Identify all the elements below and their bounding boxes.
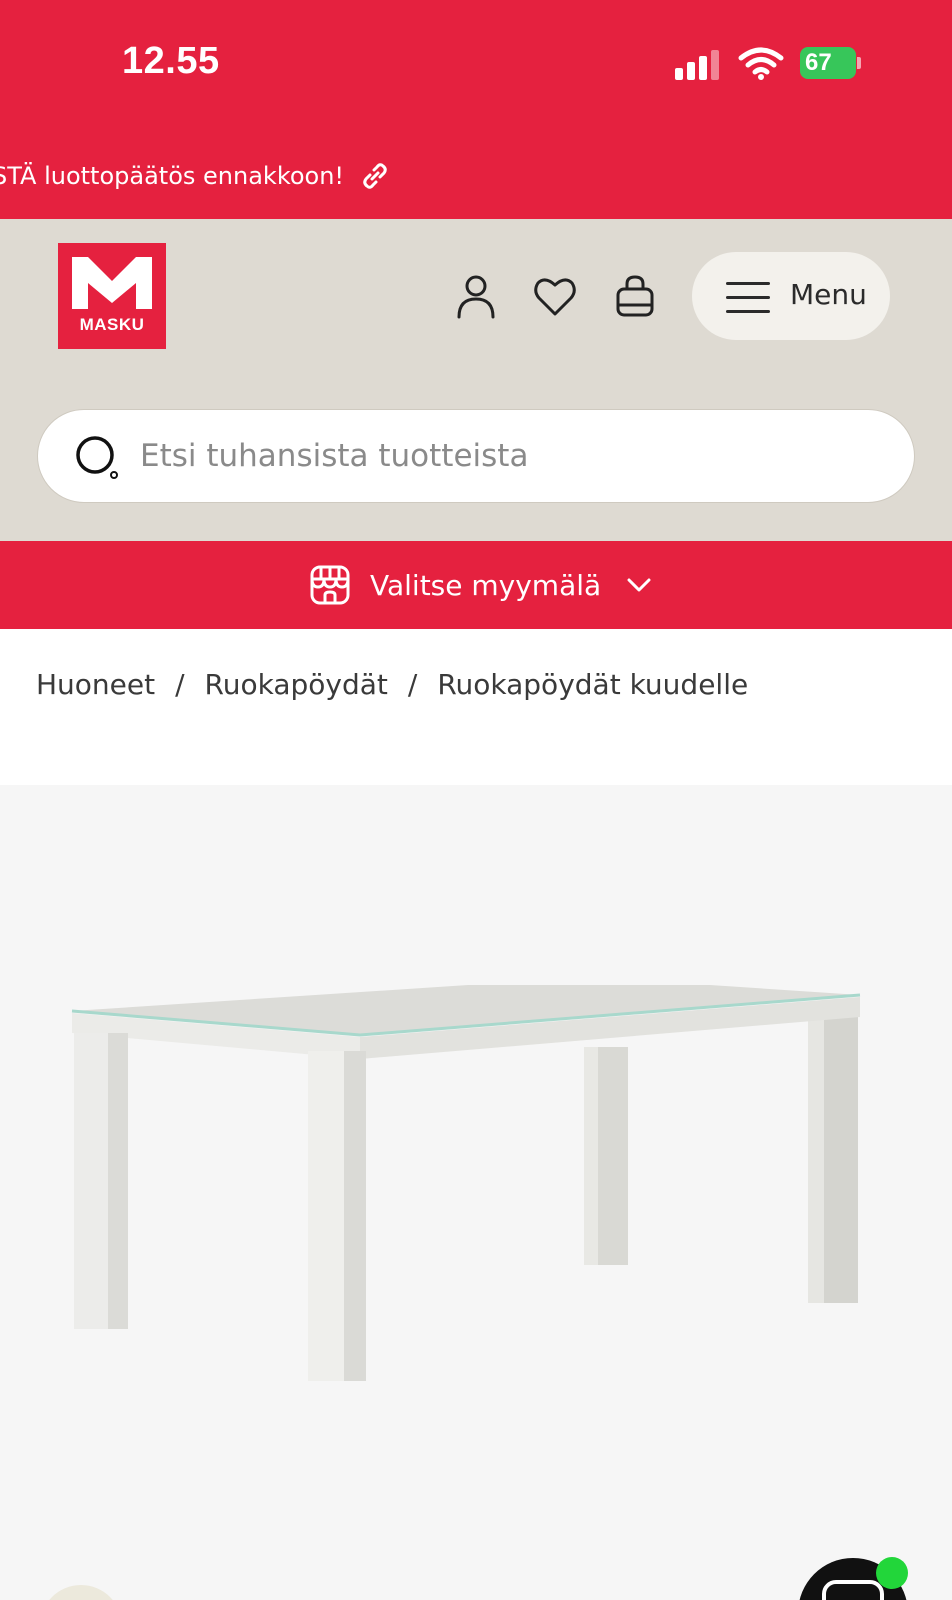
shopping-bag-icon[interactable] (612, 273, 658, 319)
promo-banner[interactable]: STÄ luottopäätös ennakkoon! (0, 158, 390, 194)
breadcrumb: Huoneet / Ruokapöydät / Ruokapöydät kuud… (36, 668, 748, 701)
chevron-down-icon (627, 578, 651, 592)
user-icon[interactable] (453, 273, 499, 319)
search-bar[interactable] (37, 409, 915, 503)
online-status-dot (876, 1557, 908, 1589)
promo-text[interactable]: STÄ luottopäätös ennakkoon! (0, 162, 344, 190)
logo-text: MASKU (79, 315, 145, 334)
breadcrumb-item-ruokapoydat-kuudelle[interactable]: Ruokapöydät kuudelle (437, 668, 748, 701)
product-image-area[interactable] (0, 785, 952, 1600)
product-image-dining-table[interactable] (60, 985, 890, 1415)
hamburger-icon (726, 282, 770, 314)
top-banner: 12.55 67 STÄ luottopäätös ennakkoon! (0, 0, 952, 219)
heart-icon[interactable] (532, 273, 578, 319)
site-header: MASKU Menu (0, 219, 952, 541)
battery-level: 67 (805, 49, 832, 76)
store-label: Valitse myymälä (370, 568, 602, 602)
chat-icon (822, 1580, 884, 1600)
cellular-signal-icon (675, 48, 723, 80)
search-icon (76, 436, 118, 479)
store-selector[interactable]: Valitse myymälä (0, 541, 952, 629)
battery-icon: 67 (800, 47, 862, 79)
logo-m-mark (72, 257, 152, 309)
masku-logo[interactable]: MASKU (58, 243, 166, 349)
link-icon[interactable] (360, 161, 390, 191)
breadcrumb-separator: / (175, 668, 185, 701)
menu-label: Menu (790, 278, 867, 311)
breadcrumb-item-ruokapoydat[interactable]: Ruokapöydät (205, 668, 388, 701)
status-time: 12.55 (122, 40, 220, 82)
wifi-icon (738, 47, 784, 80)
search-input[interactable] (140, 430, 880, 482)
breadcrumb-separator: / (407, 668, 418, 701)
menu-button[interactable]: Menu (692, 252, 890, 340)
store-icon (310, 565, 350, 605)
breadcrumb-item-huoneet[interactable]: Huoneet (36, 668, 155, 701)
